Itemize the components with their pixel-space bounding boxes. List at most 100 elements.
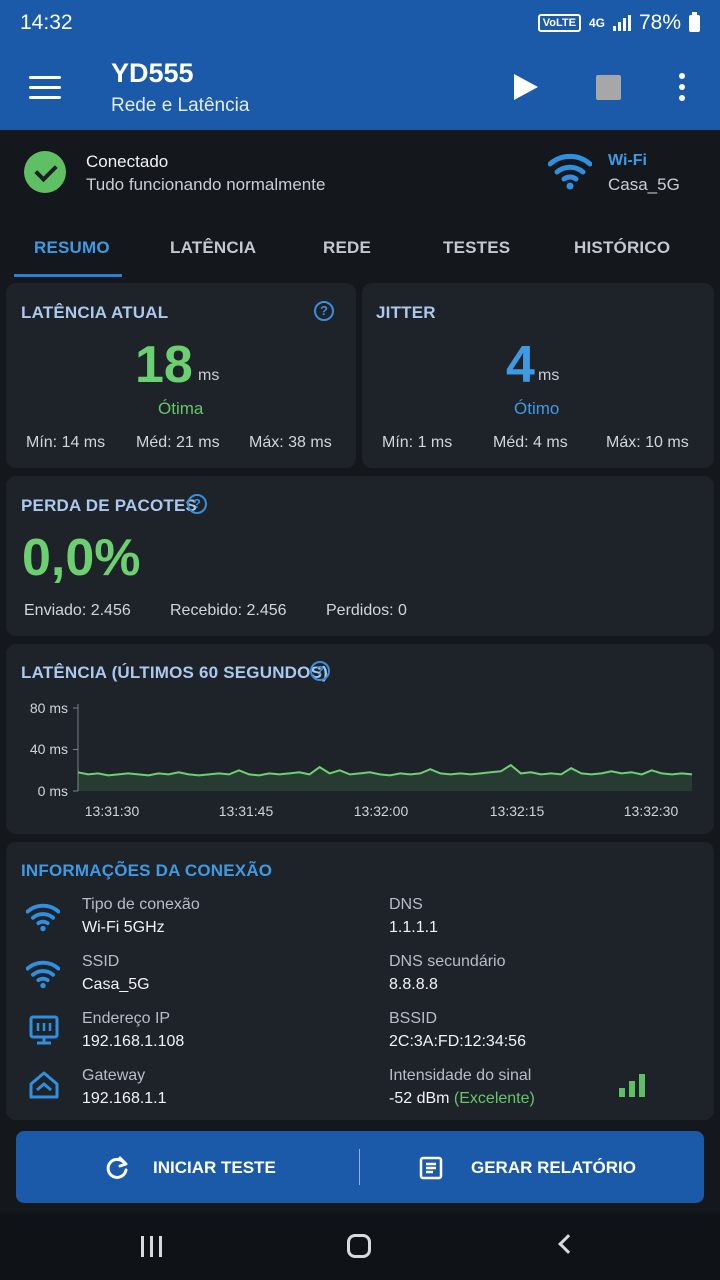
info-label: BSSID <box>389 1010 438 1027</box>
jitter-card-title: JITTER <box>376 303 436 322</box>
tab-bar: RESUMO LATÊNCIA REDE TESTES HISTÓRICO <box>0 216 720 278</box>
status-time: 14:32 <box>20 11 73 34</box>
volte-icon: VoLTE <box>537 14 581 32</box>
packets-lost: Perdidos: 0 <box>326 602 407 619</box>
info-value: 192.168.1.108 <box>82 1033 185 1050</box>
back-button[interactable] <box>558 1234 578 1254</box>
wifi-icon <box>26 960 60 989</box>
x-tick-label: 13:31:30 <box>85 803 140 819</box>
y-tick-label: 0 ms <box>38 783 68 799</box>
connection-status-title: Conectado <box>86 152 169 171</box>
check-circle-icon <box>24 151 66 193</box>
wifi-icon <box>26 903 60 932</box>
info-value: 192.168.1.1 <box>82 1090 167 1107</box>
signal-dbm: -52 dBm <box>389 1090 450 1107</box>
latency-min: Mín: 14 ms <box>26 434 106 451</box>
connection-info-card: INFORMAÇÕES DA CONEXÃO Tipo de conexão W… <box>6 842 714 1120</box>
gateway-icon <box>29 1071 59 1099</box>
jitter-max: Máx: 10 ms <box>606 434 689 451</box>
info-value: 1.1.1.1 <box>389 919 438 936</box>
jitter-value: 4 <box>506 336 535 394</box>
connection-type: Wi-Fi <box>608 152 647 169</box>
recent-apps-button[interactable] <box>141 1236 162 1257</box>
info-label: DNS secundário <box>389 953 506 970</box>
refresh-icon <box>106 1156 128 1179</box>
app-subtitle: Rede e Latência <box>111 95 250 116</box>
signal-strength-value: -52 dBm (Excelente) <box>389 1090 535 1108</box>
report-icon <box>419 1156 443 1180</box>
more-options-icon[interactable] <box>679 73 687 103</box>
x-tick-label: 13:31:45 <box>219 803 274 819</box>
tab-indicator <box>14 274 122 277</box>
latency-rating: Ótima <box>158 399 204 418</box>
app-title: YD555 <box>111 58 194 88</box>
info-value: 8.8.8.8 <box>389 976 438 993</box>
connection-status: Conectado Tudo funcionando normalmente W… <box>0 130 720 216</box>
jitter-unit: ms <box>538 367 560 384</box>
info-value: Casa_5G <box>82 976 150 993</box>
info-title: INFORMAÇÕES DA CONEXÃO <box>21 861 273 880</box>
packet-loss-value: 0,0% <box>22 529 141 587</box>
x-tick-label: 13:32:30 <box>624 803 679 819</box>
y-tick-label: 80 ms <box>30 700 68 716</box>
latency-series-line <box>77 763 693 777</box>
latency-card-title: LATÊNCIA ATUAL <box>21 303 169 322</box>
connection-status-detail: Tudo funcionando normalmente <box>86 175 326 194</box>
latency-value: 18 <box>135 336 193 394</box>
signal-bars-icon <box>619 1074 645 1097</box>
y-tick-label: 40 ms <box>30 741 68 757</box>
info-label: Endereço IP <box>82 1010 171 1027</box>
jitter-min: Mín: 1 ms <box>382 434 453 451</box>
packets-received: Recebido: 2.456 <box>170 602 287 619</box>
x-tick-label: 13:32:00 <box>354 803 409 819</box>
start-test-label: INICIAR TESTE <box>153 1158 276 1177</box>
latency-area <box>78 765 692 791</box>
latency-card: LATÊNCIA ATUAL ? 18 ms Ótima Mín: 14 ms … <box>6 283 356 468</box>
tab-historico[interactable]: HISTÓRICO <box>574 238 670 258</box>
stop-button[interactable] <box>596 75 621 100</box>
signal-quality: (Excelente) <box>453 1090 535 1107</box>
wifi-icon <box>548 153 592 190</box>
x-tick-label: 13:32:15 <box>490 803 545 819</box>
menu-icon[interactable] <box>29 76 61 100</box>
packet-loss-card: PERDA DE PACOTES ? 0,0% Enviado: 2.456 R… <box>6 476 714 636</box>
status-bar: 14:32 VoLTE 4G 78% <box>0 0 720 46</box>
info-label: SSID <box>82 953 120 970</box>
packets-sent: Enviado: 2.456 <box>24 602 131 619</box>
network-4g-icon: 4G <box>588 16 605 30</box>
latency-unit: ms <box>198 367 220 384</box>
tab-resumo[interactable]: RESUMO <box>34 238 110 258</box>
cell-signal-icon <box>612 15 631 31</box>
latency-max: Máx: 38 ms <box>249 434 332 451</box>
system-nav-bar <box>0 1212 720 1280</box>
tab-latencia[interactable]: LATÊNCIA <box>170 238 256 258</box>
info-label: Gateway <box>82 1067 146 1084</box>
info-value: 2C:3A:FD:12:34:56 <box>389 1033 526 1050</box>
battery-percent: 78% <box>638 11 681 34</box>
info-value: Wi-Fi 5GHz <box>82 919 165 936</box>
help-icon[interactable]: ? <box>187 494 207 514</box>
jitter-rating: Ótimo <box>514 399 560 418</box>
packet-loss-title: PERDA DE PACOTES <box>21 496 198 515</box>
tab-rede[interactable]: REDE <box>323 238 371 258</box>
info-label: Intensidade do sinal <box>389 1067 532 1084</box>
start-test-button[interactable]: INICIAR TESTE <box>16 1131 359 1203</box>
ip-address-icon <box>29 1015 59 1045</box>
play-button[interactable] <box>514 74 538 100</box>
app-bar: YD555 Rede e Latência <box>0 46 720 130</box>
generate-report-button[interactable]: GERAR RELATÓRIO <box>360 1131 704 1203</box>
generate-report-label: GERAR RELATÓRIO <box>471 1158 636 1177</box>
latency-chart-card: LATÊNCIA (ÚLTIMOS 60 SEGUNDOS) ? 80 ms 4… <box>6 644 714 834</box>
latency-avg: Méd: 21 ms <box>136 434 220 451</box>
status-icons: VoLTE 4G 78% <box>537 11 700 35</box>
jitter-avg: Méd: 4 ms <box>493 434 568 451</box>
connection-ssid: Casa_5G <box>608 175 680 194</box>
help-icon[interactable]: ? <box>314 301 334 321</box>
tab-testes[interactable]: TESTES <box>443 238 510 258</box>
latency-chart: 80 ms 40 ms 0 ms 13:31:30 13:31:45 13:32… <box>30 700 693 819</box>
home-button[interactable] <box>347 1234 371 1258</box>
info-label: DNS <box>389 896 423 913</box>
jitter-card: JITTER 4 ms Ótimo Mín: 1 ms Méd: 4 ms Má… <box>362 283 714 468</box>
info-label: Tipo de conexão <box>82 896 200 913</box>
action-bar: INICIAR TESTE GERAR RELATÓRIO <box>16 1131 704 1203</box>
